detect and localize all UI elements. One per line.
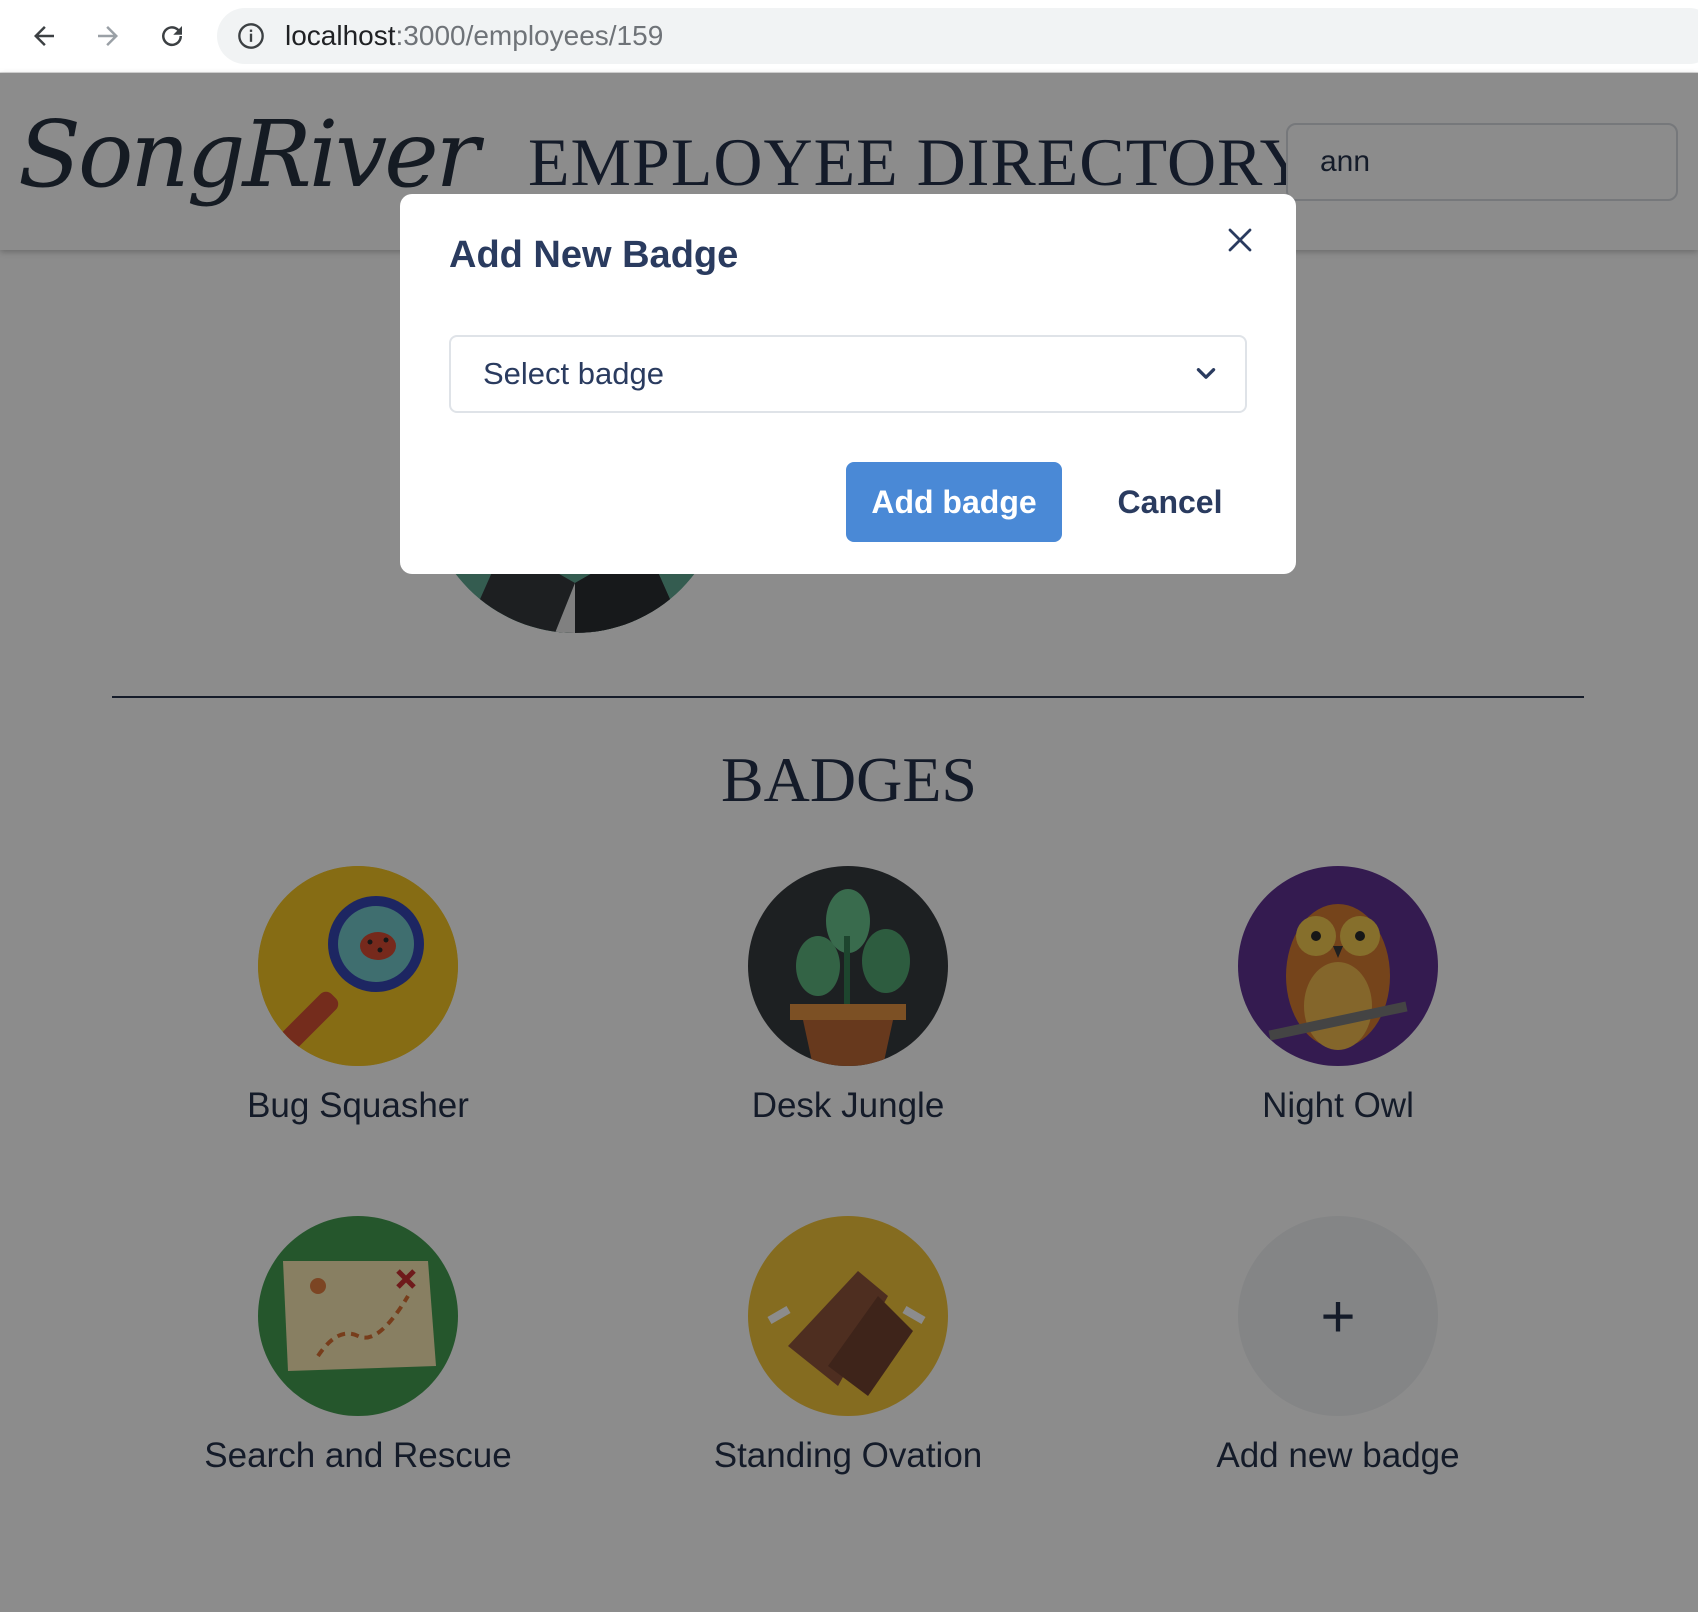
address-bar[interactable]: localhost:3000/employees/159 bbox=[217, 8, 1698, 64]
back-button[interactable] bbox=[22, 14, 66, 58]
reload-button[interactable] bbox=[150, 14, 194, 58]
browser-toolbar: localhost:3000/employees/159 bbox=[0, 0, 1698, 73]
info-icon bbox=[238, 23, 264, 49]
add-badge-button[interactable]: Add badge bbox=[846, 462, 1062, 542]
url-host: localhost bbox=[285, 20, 396, 51]
add-badge-modal: Add New Badge Select badge Add badge Can… bbox=[400, 194, 1296, 574]
forward-button[interactable] bbox=[86, 14, 130, 58]
url-text: localhost:3000/employees/159 bbox=[285, 8, 663, 64]
arrow-right-icon bbox=[98, 26, 118, 46]
chevron-down-icon bbox=[1196, 368, 1216, 379]
cancel-button[interactable]: Cancel bbox=[1090, 462, 1250, 542]
modal-title: Add New Badge bbox=[449, 234, 739, 276]
reload-icon bbox=[162, 26, 183, 47]
close-button[interactable] bbox=[1222, 222, 1258, 258]
close-icon bbox=[1228, 228, 1252, 252]
arrow-left-icon bbox=[34, 26, 54, 46]
select-value: Select badge bbox=[483, 356, 664, 391]
badge-select[interactable]: Select badge bbox=[449, 335, 1247, 413]
url-path: :3000/employees/159 bbox=[395, 20, 664, 51]
